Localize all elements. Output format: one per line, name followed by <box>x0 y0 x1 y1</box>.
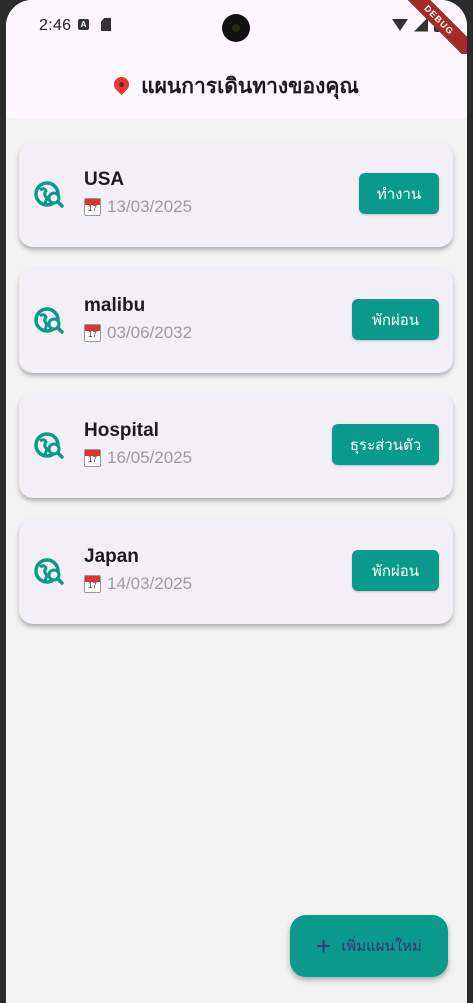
map-pin-icon <box>110 73 133 95</box>
trip-name: USA <box>84 169 125 190</box>
front-camera <box>222 14 250 42</box>
page-title: แผนการเดินทางของคุณ <box>141 74 359 98</box>
trip-date-row: 14/03/2025 <box>84 574 192 594</box>
status-time: 2:46 <box>39 17 72 34</box>
signal-icon <box>414 17 428 32</box>
add-plan-label: เพิ่มแผนใหม่ <box>341 938 422 955</box>
trip-name: Hospital <box>84 420 159 441</box>
trip-card[interactable]: USA 13/03/2025 ทำงาน <box>19 142 453 247</box>
trip-category-button[interactable]: ธุระส่วนตัว <box>332 424 439 465</box>
trip-card[interactable]: Hospital 16/05/2025 ธุระส่วนตัว <box>19 393 453 498</box>
calendar-icon <box>84 324 101 342</box>
calendar-icon <box>84 575 101 593</box>
trip-category-button[interactable]: ทำงาน <box>359 173 439 214</box>
trip-name: malibu <box>84 295 146 316</box>
trip-date: 16/05/2025 <box>107 448 193 467</box>
status-bar: 2:46 A DEBUG <box>6 0 467 62</box>
wifi-icon <box>392 18 408 31</box>
trip-date-row: 03/06/2032 <box>84 323 192 343</box>
travel-explore-icon <box>34 432 64 459</box>
trip-category-button[interactable]: พักผ่อน <box>352 299 439 340</box>
trip-category-button[interactable]: พักผ่อน <box>352 550 439 591</box>
trip-card[interactable]: Japan 14/03/2025 พักผ่อน <box>19 519 453 624</box>
trip-date: 14/03/2025 <box>107 574 193 593</box>
trip-card[interactable]: malibu 03/06/2032 พักผ่อน <box>19 268 453 373</box>
sd-card-icon <box>101 18 111 31</box>
trip-date-row: 13/03/2025 <box>84 197 192 217</box>
plus-icon: + <box>316 931 332 961</box>
travel-explore-icon <box>34 181 64 208</box>
app-bar: แผนการเดินทางของคุณ <box>6 54 467 118</box>
phone-screen: 2:46 A DEBUG แผนการเดินทางของคุณ USA 13/… <box>6 0 467 1003</box>
trip-date: 03/06/2032 <box>107 323 193 342</box>
trip-name: Japan <box>84 546 139 567</box>
trip-date-row: 16/05/2025 <box>84 448 192 468</box>
add-plan-button[interactable]: + เพิ่มแผนใหม่ <box>290 915 448 977</box>
accessibility-icon: A <box>78 19 89 30</box>
trip-date: 13/03/2025 <box>107 197 193 216</box>
calendar-icon <box>84 449 101 467</box>
calendar-icon <box>84 198 101 216</box>
travel-explore-icon <box>34 307 64 334</box>
travel-explore-icon <box>34 558 64 585</box>
